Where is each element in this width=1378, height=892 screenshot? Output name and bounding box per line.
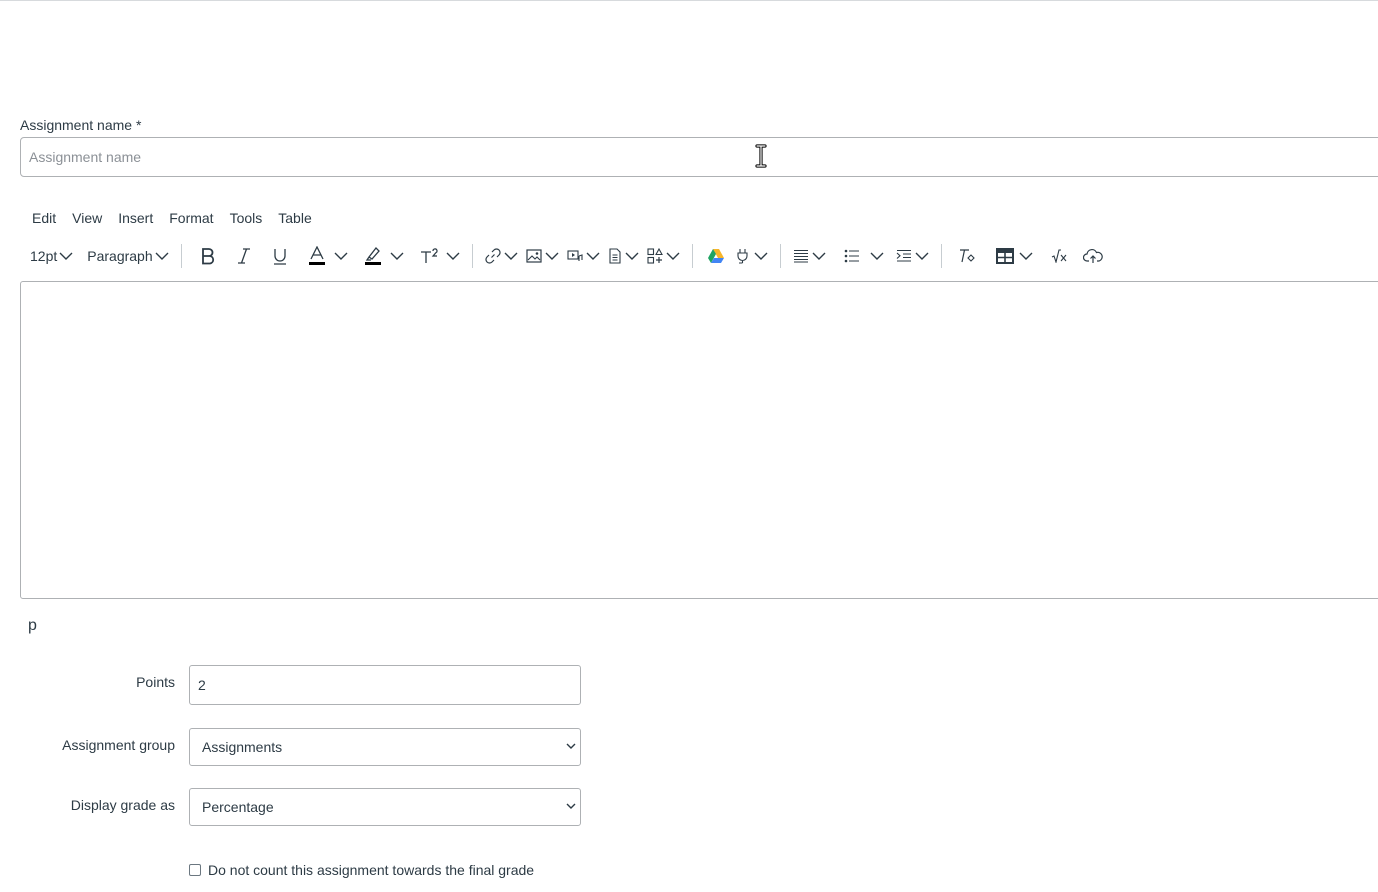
top-divider (0, 0, 1378, 1)
display-grade-selected: Percentage (202, 799, 274, 815)
highlight-color-button[interactable] (352, 241, 386, 271)
equation-button[interactable] (1037, 241, 1075, 271)
chevron-down-icon (870, 252, 884, 260)
italic-icon (237, 248, 250, 264)
media-button[interactable] (563, 241, 604, 271)
equation-icon (1051, 249, 1067, 263)
bullet-list-icon (844, 249, 859, 263)
menu-insert[interactable]: Insert (110, 208, 161, 230)
display-grade-select[interactable]: Percentage (189, 788, 581, 826)
highlight-color-icon (364, 247, 381, 265)
menu-view[interactable]: View (64, 208, 110, 230)
bold-icon (201, 248, 214, 265)
chevron-down-icon (625, 252, 639, 260)
omit-from-final-grade-label[interactable]: Do not count this assignment towards the… (208, 862, 534, 878)
chevron-down-icon (504, 252, 518, 260)
superscript-button[interactable] (408, 241, 442, 271)
chevron-down-icon (915, 252, 929, 260)
font-size-value: 12pt (30, 248, 58, 264)
toolbar-separator (180, 244, 182, 268)
display-grade-label: Display grade as (70, 797, 175, 813)
toolbar-separator (471, 244, 473, 268)
bullet-list-button[interactable] (830, 241, 864, 271)
chevron-down-icon (155, 252, 169, 260)
font-size-dropdown[interactable]: 12pt (26, 241, 77, 271)
google-drive-button[interactable] (701, 241, 731, 271)
plugin-button[interactable] (731, 241, 772, 271)
clear-formatting-icon (959, 249, 975, 263)
chevron-down-icon (390, 252, 404, 260)
cloud-upload-button[interactable] (1075, 241, 1111, 271)
link-button[interactable] (481, 241, 522, 271)
text-cursor-icon (755, 144, 767, 168)
assignment-group-label: Assignment group (62, 737, 175, 753)
chevron-down-icon (812, 252, 826, 260)
align-button[interactable] (789, 241, 830, 271)
document-icon (609, 248, 621, 264)
chevron-down-icon (446, 252, 460, 260)
image-button[interactable] (522, 241, 563, 271)
menu-format[interactable]: Format (161, 208, 221, 230)
text-color-icon (308, 246, 325, 265)
plugin-icon (737, 249, 748, 264)
chevron-down-icon (754, 252, 768, 260)
apps-icon (647, 248, 663, 264)
align-icon (793, 249, 808, 263)
superscript-dropdown[interactable] (442, 241, 464, 271)
assignment-group-selected: Assignments (202, 739, 283, 755)
apps-button[interactable] (643, 241, 684, 271)
google-drive-icon (707, 249, 724, 263)
superscript-icon (420, 248, 438, 263)
assignment-name-input[interactable] (20, 137, 1378, 177)
media-icon (567, 250, 583, 261)
assignment-name-label: Assignment name * (20, 117, 142, 133)
block-format-value: Paragraph (87, 248, 153, 264)
indent-icon (896, 249, 911, 262)
chevron-down-icon (566, 803, 576, 809)
block-format-dropdown[interactable]: Paragraph (83, 241, 172, 271)
chevron-down-icon (545, 252, 559, 260)
bullet-list-dropdown[interactable] (864, 241, 888, 271)
table-button[interactable] (984, 241, 1037, 271)
chevron-down-icon (566, 743, 576, 749)
menu-tools[interactable]: Tools (222, 208, 271, 230)
highlight-color-dropdown[interactable] (386, 241, 408, 271)
indent-button[interactable] (888, 241, 933, 271)
link-icon (485, 248, 501, 264)
element-path-indicator: p (28, 617, 37, 634)
menu-edit[interactable]: Edit (24, 208, 64, 230)
assignment-group-select[interactable]: Assignments (189, 728, 581, 766)
omit-from-final-grade-row: Do not count this assignment towards the… (189, 862, 534, 878)
toolbar-separator (691, 244, 693, 268)
chevron-down-icon (1019, 252, 1033, 260)
chevron-down-icon (334, 252, 348, 260)
underline-button[interactable] (262, 241, 298, 271)
chevron-down-icon (586, 252, 600, 260)
clear-formatting-button[interactable] (950, 241, 984, 271)
document-button[interactable] (604, 241, 643, 271)
points-input[interactable] (189, 665, 581, 705)
rich-text-editor-body[interactable] (20, 281, 1378, 599)
editor-menubar: Edit View Insert Format Tools Table (24, 208, 320, 230)
text-color-dropdown[interactable] (330, 241, 352, 271)
toolbar-separator (779, 244, 781, 268)
underline-icon (273, 249, 286, 265)
bold-button[interactable] (190, 241, 226, 271)
table-icon (995, 248, 1014, 264)
text-color-button[interactable] (298, 241, 330, 271)
omit-from-final-grade-checkbox[interactable] (189, 864, 201, 876)
toolbar-separator (940, 244, 942, 268)
chevron-down-icon (666, 252, 680, 260)
editor-toolbar: 12pt Paragraph (26, 240, 1111, 272)
image-icon (526, 249, 542, 263)
menu-table[interactable]: Table (270, 208, 319, 230)
points-label: Points (136, 674, 175, 690)
italic-button[interactable] (226, 241, 262, 271)
cloud-upload-icon (1082, 249, 1103, 263)
chevron-down-icon (59, 252, 73, 260)
